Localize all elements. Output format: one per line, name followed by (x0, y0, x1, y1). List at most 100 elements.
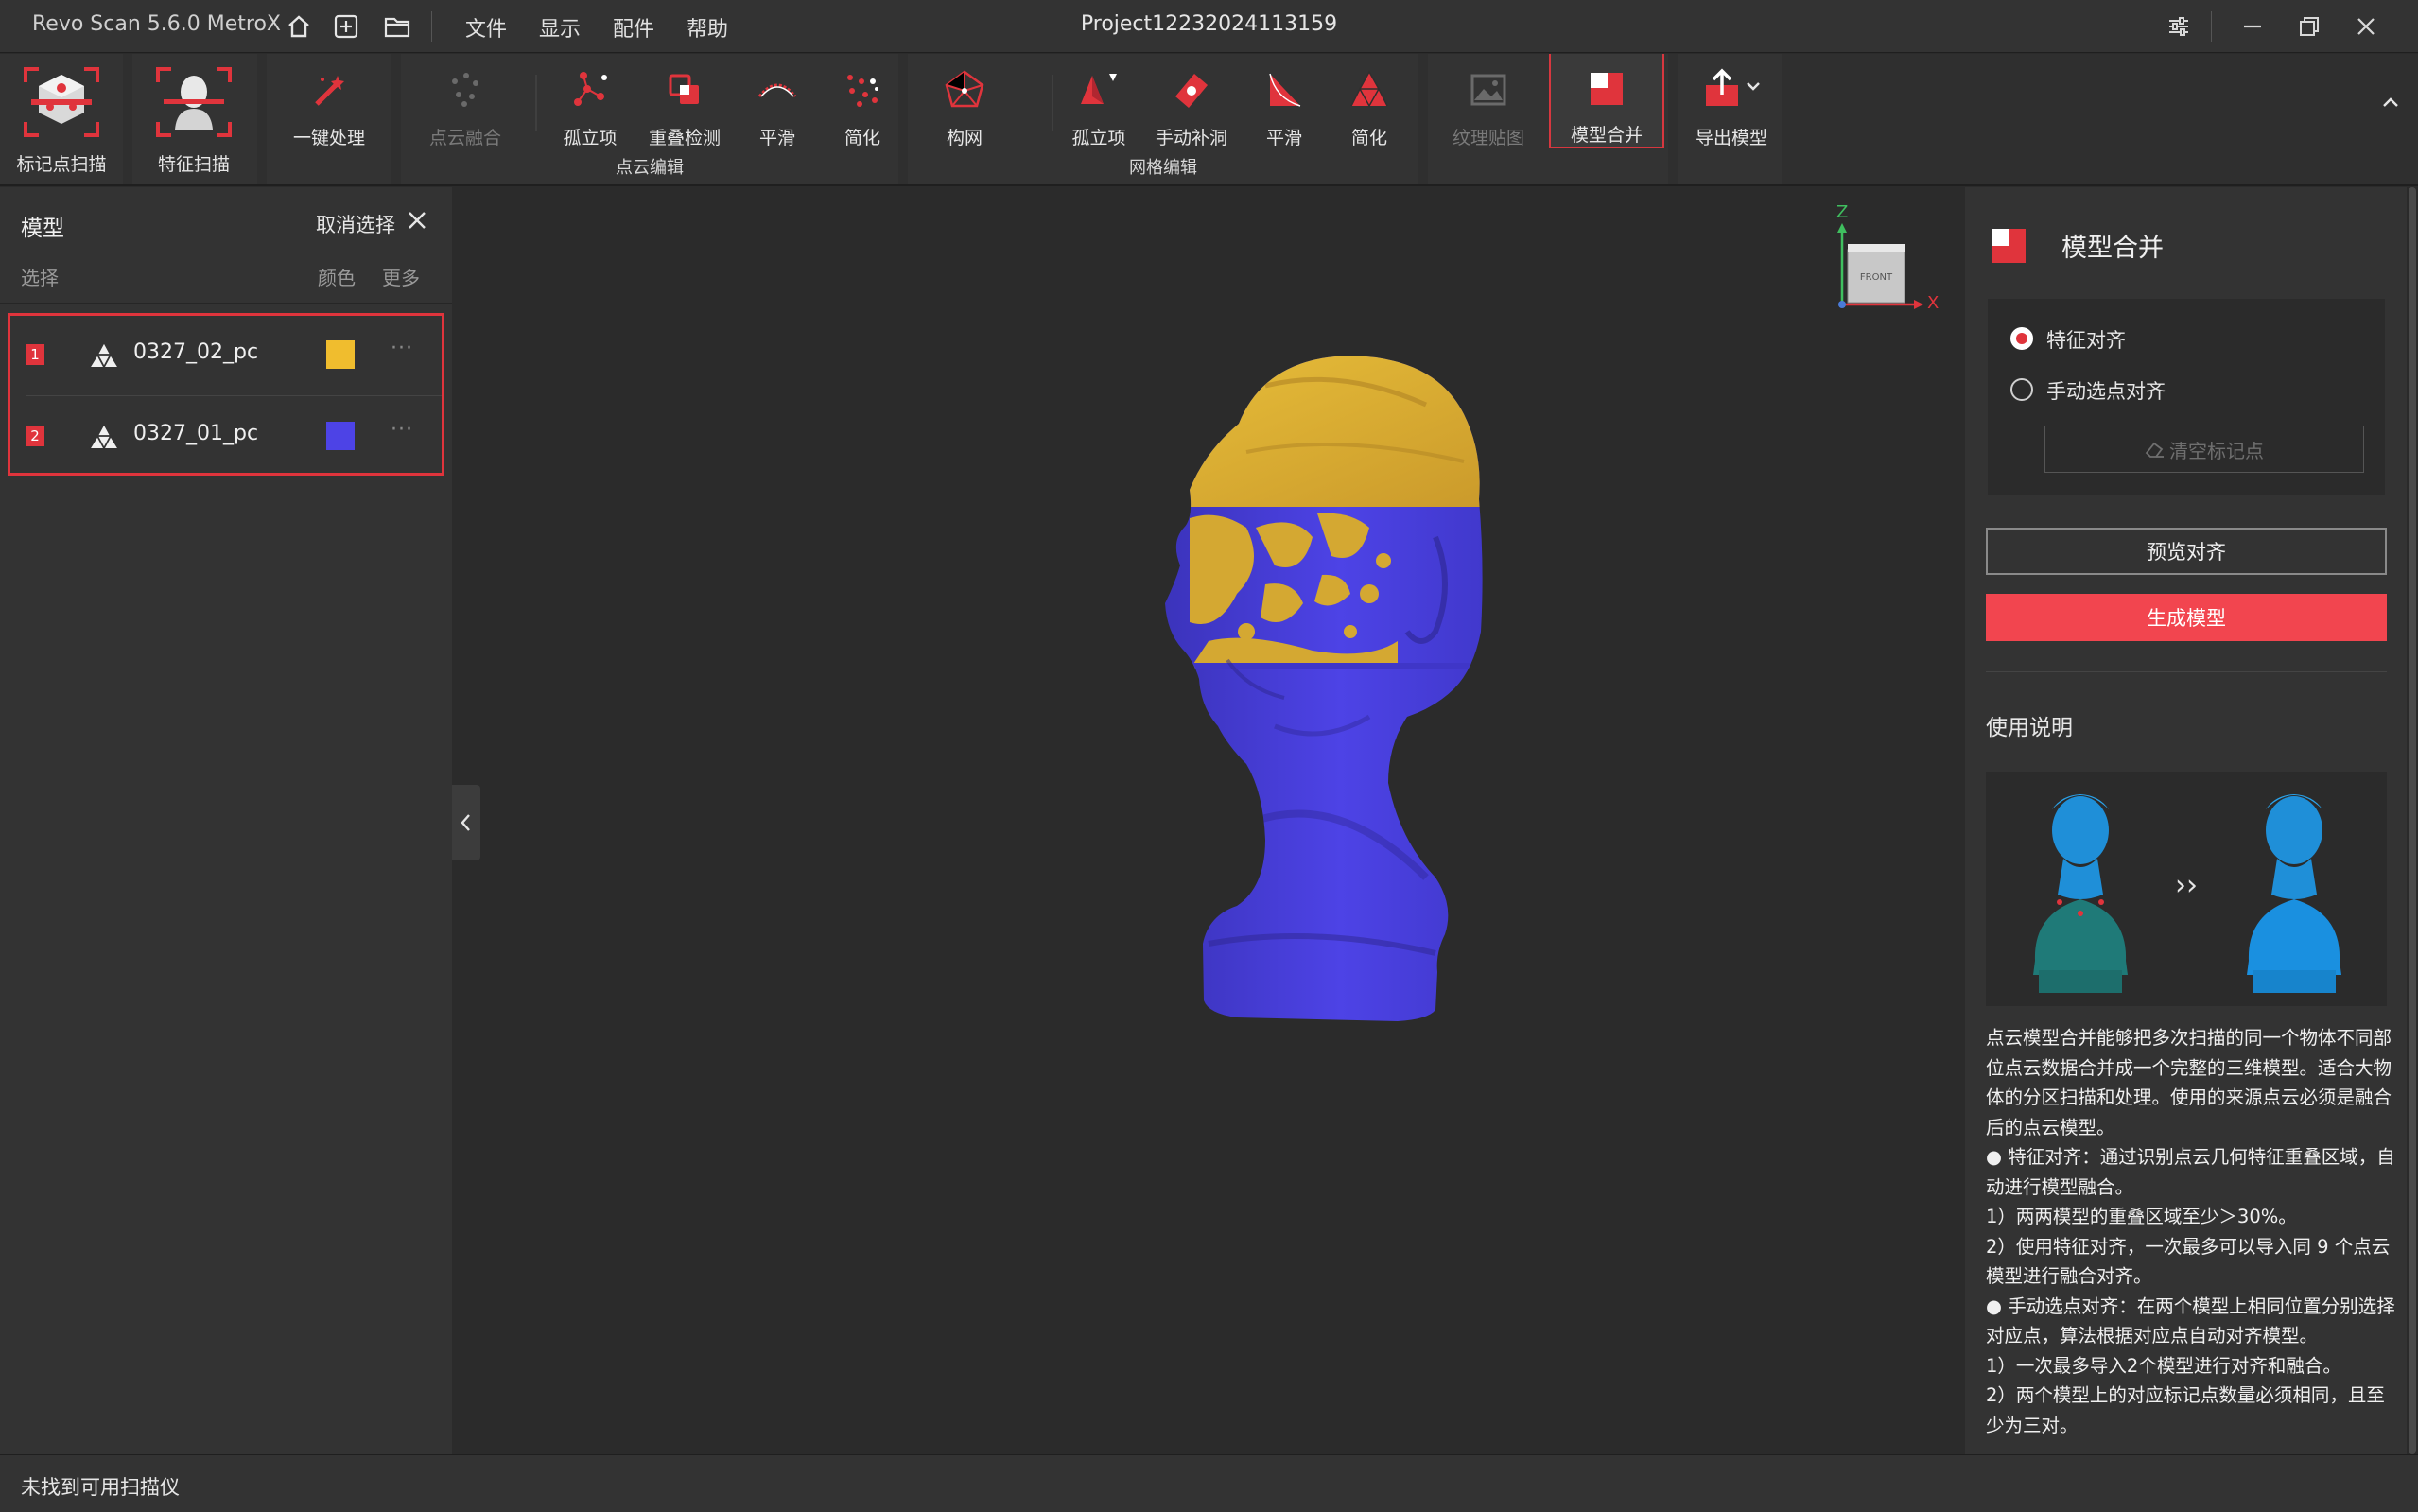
model-index-badge[interactable]: 1 (26, 344, 44, 365)
column-more: 更多 (382, 267, 420, 289)
row-divider (26, 395, 442, 396)
gizmo-front-label: FRONT (1860, 272, 1893, 283)
usage-paragraph: ● 手动选点对齐：在两个模型上相同位置分别选择对应点，算法根据对应点自动对齐模型… (1986, 1295, 2395, 1347)
toggle-left-panel-button[interactable] (452, 785, 480, 860)
window-controls-divider (2211, 11, 2212, 42)
usage-instructions: 点云模型合并能够把多次扫描的同一个物体不同部位点云数据合并成一个完整的三维模型。… (1986, 1023, 2402, 1440)
mesh-build-button[interactable]: 构网 (925, 61, 1004, 156)
usage-paragraph: 2）使用特征对齐，一次最多可以导入同 9 个点云模型进行融合对齐。 (1986, 1235, 2391, 1288)
point-cloud-group-label: 点云编辑 (616, 158, 684, 178)
clear-markers-button[interactable]: 清空标记点 (2044, 426, 2364, 473)
collapse-ribbon-icon[interactable] (2376, 88, 2405, 116)
usage-paragraph: 2）两个模型上的对应标记点数量必须相同，且至少为三对。 (1986, 1384, 2385, 1436)
minimize-icon[interactable] (2234, 9, 2271, 43)
axis-gizmo[interactable]: FRONT Z X (1825, 202, 1939, 316)
settings-sliders-icon[interactable] (2160, 9, 2198, 43)
chevron-left-icon (461, 814, 470, 831)
ribbon-divider (1052, 75, 1053, 131)
overlap-detect-button[interactable]: 重叠检测 (637, 61, 732, 156)
feature-align-radio[interactable] (2010, 327, 2033, 350)
feature-scan-icon (156, 67, 232, 137)
overlap-detect-label: 重叠检测 (648, 128, 721, 148)
model-row[interactable]: 1 0327_02_pc ··· (10, 316, 442, 396)
marker-scan-label: 标记点扫描 (16, 154, 107, 175)
feature-scan-label: 特征扫描 (157, 154, 230, 175)
pc-simplify-button[interactable]: 简化 (823, 61, 902, 156)
simplify-points-icon (847, 75, 878, 107)
model-merge-button[interactable]: 模型合并 (1549, 54, 1664, 148)
manual-align-radio[interactable] (2010, 378, 2033, 401)
magic-wand-icon (315, 76, 344, 106)
model-merge-icon (1591, 72, 1623, 105)
titlebar-divider (431, 11, 432, 42)
export-model-label: 导出模型 (1695, 128, 1767, 148)
pc-isolated-button[interactable]: 孤立项 (550, 61, 630, 156)
build-mesh-icon (945, 70, 984, 108)
alignment-options: 特征对齐 手动选点对齐 清空标记点 (1988, 299, 2385, 495)
export-icon (1706, 68, 1760, 106)
model-list: 1 0327_02_pc ··· 2 0327_01_pc ··· (8, 313, 444, 476)
open-folder-icon[interactable] (380, 9, 414, 43)
usage-paragraph: 1）一次最多导入2个模型进行对齐和融合。 (1986, 1354, 2341, 1377)
model-color-swatch[interactable] (326, 340, 355, 369)
ribbon-group-one-click: 一键处理 (267, 54, 391, 184)
manual-fill-hole-button[interactable]: 手动补洞 (1144, 61, 1239, 156)
more-options-icon[interactable]: ··· (391, 337, 413, 360)
mesh-group-label: 网格编辑 (1129, 158, 1197, 178)
isolated-points-icon (574, 72, 607, 106)
chevron-down-icon (1747, 82, 1760, 91)
fill-hole-icon (1175, 74, 1208, 108)
generate-model-button[interactable]: 生成模型 (1986, 594, 2387, 641)
feature-scan-button[interactable]: 特征扫描 (132, 61, 255, 184)
pc-smooth-button[interactable]: 平滑 (738, 61, 817, 156)
mesh-isolated-button[interactable]: 孤立项 (1059, 61, 1139, 156)
menu-accessories[interactable]: 配件 (613, 12, 654, 43)
mesh-simplify-label: 简化 (1350, 128, 1387, 148)
texture-map-label: 纹理贴图 (1452, 128, 1524, 148)
close-icon[interactable] (405, 208, 429, 233)
new-project-icon[interactable] (329, 9, 363, 43)
right-panel-scrollbar[interactable] (2407, 187, 2418, 1454)
pc-simplify-label: 简化 (844, 128, 880, 148)
model-merge-icon (1992, 229, 2026, 263)
ribbon-toolbar: 标记点扫描 特征扫描 一键处理 点云融合 孤立项 重叠检测 平滑 简化 点云编辑… (0, 54, 2418, 186)
more-options-icon[interactable]: ··· (391, 418, 413, 442)
column-select: 选择 (21, 267, 59, 289)
mesh-simplify-button[interactable]: 简化 (1330, 61, 1409, 156)
point-cloud-fusion-button[interactable]: 点云融合 (420, 61, 511, 156)
marker-scan-button[interactable]: 标记点扫描 (0, 61, 123, 184)
export-model-button[interactable]: 导出模型 (1687, 61, 1776, 156)
menu-file[interactable]: 文件 (465, 12, 507, 43)
merge-panel: 模型合并 特征对齐 手动选点对齐 清空标记点 预览对齐 生成模型 使用说明 ›› (1965, 187, 2407, 1454)
menu-display[interactable]: 显示 (539, 12, 581, 43)
ribbon-group-feature-scan: 特征扫描 (132, 54, 257, 184)
column-color: 颜色 (318, 267, 356, 289)
point-cloud-fusion-label: 点云融合 (428, 128, 501, 148)
overlap-detect-icon (669, 74, 699, 104)
model-index-badge[interactable]: 2 (26, 426, 44, 446)
restore-icon[interactable] (2290, 9, 2328, 43)
usage-title: 使用说明 (1986, 716, 2073, 740)
preview-align-button[interactable]: 预览对齐 (1986, 528, 2387, 575)
model-row[interactable]: 2 0327_01_pc ··· (10, 397, 442, 477)
usage-paragraph: 1）两两模型的重叠区域至少＞30%。 (1986, 1206, 2297, 1227)
close-icon[interactable] (2347, 9, 2385, 43)
scrollbar-thumb[interactable] (2409, 187, 2416, 1454)
menu-help[interactable]: 帮助 (687, 12, 728, 43)
cancel-selection-button[interactable]: 取消选择 (316, 210, 395, 238)
home-icon[interactable] (282, 9, 316, 43)
texture-map-button[interactable]: 纹理贴图 (1441, 61, 1536, 156)
manual-align-label[interactable]: 手动选点对齐 (2046, 376, 2166, 405)
smooth-icon (757, 83, 797, 97)
merged-head-model[interactable] (1152, 348, 1530, 1123)
model-color-swatch[interactable] (326, 422, 355, 450)
divider (0, 303, 452, 304)
feature-align-label[interactable]: 特征对齐 (2046, 325, 2126, 354)
one-click-process-button[interactable]: 一键处理 (289, 61, 369, 156)
model-panel: 模型 取消选择 选择 颜色 更多 1 0327_02_pc ··· 2 0327… (0, 187, 452, 1454)
mesh-smooth-button[interactable]: 平滑 (1244, 61, 1324, 156)
3d-viewport[interactable]: FRONT Z X (452, 187, 1965, 1454)
eraser-icon (2145, 442, 2164, 458)
model-name: 0327_02_pc (133, 340, 259, 364)
mesh-isolated-label: 孤立项 (1071, 128, 1126, 148)
